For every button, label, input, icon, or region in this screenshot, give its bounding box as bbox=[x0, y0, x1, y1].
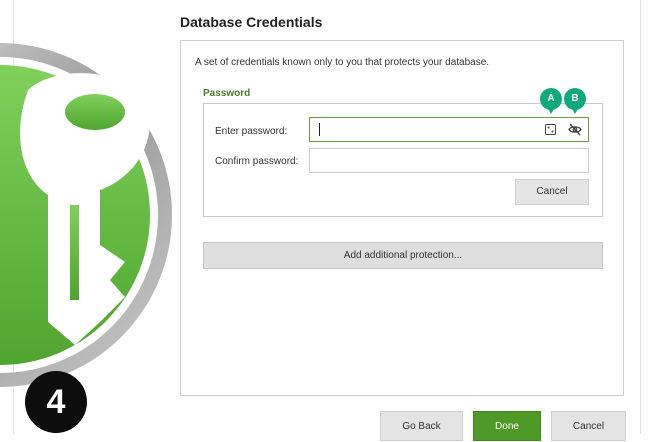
confirm-password-label: Confirm password: bbox=[215, 156, 299, 167]
cancel-button[interactable]: Cancel bbox=[551, 411, 626, 441]
enter-password-input[interactable] bbox=[309, 117, 589, 142]
password-generator-icon[interactable] bbox=[545, 124, 556, 135]
done-button[interactable]: Done bbox=[473, 411, 541, 441]
text-caret bbox=[319, 123, 320, 136]
go-back-button[interactable]: Go Back bbox=[380, 411, 463, 441]
eye-slash-icon[interactable] bbox=[568, 123, 582, 136]
right-divider bbox=[640, 0, 641, 434]
app-logo bbox=[0, 0, 175, 434]
password-section-title: Password bbox=[203, 88, 251, 99]
step-number-badge: 4 bbox=[25, 371, 87, 433]
panel-description: A set of credentials known only to you t… bbox=[195, 57, 490, 68]
confirm-password-input[interactable] bbox=[309, 148, 589, 173]
password-cancel-button[interactable]: Cancel bbox=[515, 179, 589, 205]
callout-marker-b: B bbox=[564, 88, 586, 114]
page-title: Database Credentials bbox=[180, 14, 323, 30]
enter-password-label: Enter password: bbox=[215, 126, 288, 137]
key-logo-icon bbox=[0, 43, 172, 387]
callout-marker-a: A bbox=[540, 88, 562, 114]
add-additional-protection-button[interactable]: Add additional protection... bbox=[203, 242, 603, 269]
